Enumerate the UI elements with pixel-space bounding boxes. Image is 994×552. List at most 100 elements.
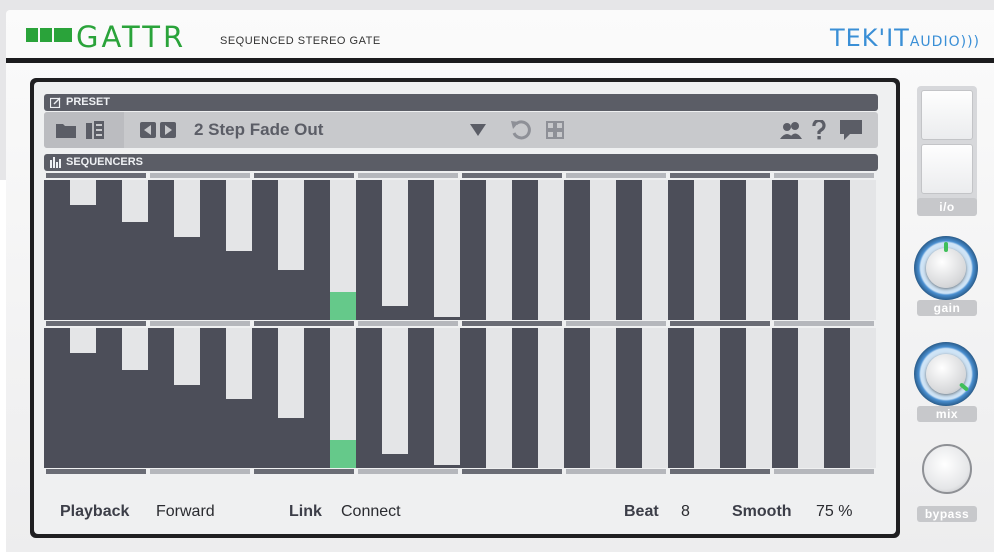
sequencer-step[interactable] [226, 180, 252, 320]
help-icon[interactable] [812, 120, 826, 140]
sequencer-step[interactable] [694, 180, 720, 320]
comment-icon[interactable] [840, 120, 862, 140]
folder-icon[interactable] [56, 122, 76, 138]
smooth-value[interactable]: 75 % [816, 503, 852, 521]
sequencer-step[interactable] [564, 180, 590, 320]
sequencer-step[interactable] [330, 328, 356, 468]
sequencer-step[interactable] [382, 180, 408, 320]
input-button[interactable] [921, 90, 973, 140]
sequencer-step[interactable] [720, 180, 746, 320]
sequencer-step[interactable] [200, 328, 226, 468]
sequencer-step[interactable] [226, 328, 252, 468]
beat-value[interactable]: 8 [681, 503, 690, 521]
sequencer-step[interactable] [668, 328, 694, 468]
sequencer-step[interactable] [330, 180, 356, 320]
gain-label: gain [917, 300, 977, 316]
sequencer-step[interactable] [772, 328, 798, 468]
sequencer-step[interactable] [460, 328, 486, 468]
sequencer-step[interactable] [824, 328, 850, 468]
sequencer-step[interactable] [408, 328, 434, 468]
preset-section-header: PRESET [44, 94, 878, 111]
preset-section-label: PRESET [66, 96, 111, 108]
sequencer-step[interactable] [486, 180, 512, 320]
sequencer-step[interactable] [512, 328, 538, 468]
sequencers-section-header: SEQUENCERS [44, 154, 878, 171]
sequencer-step[interactable] [486, 328, 512, 468]
sequencer-step[interactable] [850, 180, 876, 320]
sequencer-step[interactable] [642, 180, 668, 320]
step-group-indicator [358, 173, 458, 178]
brand-name: TEK'IT [829, 24, 910, 52]
sequencer-step[interactable] [200, 180, 226, 320]
sequencer-step[interactable] [850, 328, 876, 468]
sequencer-step-level [304, 180, 330, 320]
sequencer-step[interactable] [44, 180, 70, 320]
playback-value[interactable]: Forward [156, 503, 215, 521]
sequencer-step[interactable] [148, 328, 174, 468]
sequencer-step-level [44, 328, 70, 468]
sequencer-step-level [330, 440, 356, 468]
sequencer-step[interactable] [96, 328, 122, 468]
sequencer-step[interactable] [616, 328, 642, 468]
sequencer-step[interactable] [252, 180, 278, 320]
sequencer-step[interactable] [564, 328, 590, 468]
sequencer-step[interactable] [434, 328, 460, 468]
sequencer-step[interactable] [356, 328, 382, 468]
sequencer-step[interactable] [824, 180, 850, 320]
sequencer-step-level [382, 454, 408, 468]
step-group-indicator [670, 173, 770, 178]
sequencer-step[interactable] [668, 180, 694, 320]
sequencer-step[interactable] [174, 180, 200, 320]
gain-knob[interactable] [914, 236, 978, 300]
users-icon[interactable] [780, 121, 802, 139]
next-preset-icon[interactable] [160, 122, 176, 138]
sequencer-step[interactable] [798, 180, 824, 320]
mix-knob-pointer [958, 382, 970, 392]
sequencer-step[interactable] [70, 328, 96, 468]
sequencer-step[interactable] [304, 180, 330, 320]
sequencer-step[interactable] [694, 328, 720, 468]
previous-preset-icon[interactable] [140, 122, 156, 138]
sequencer-step[interactable] [356, 180, 382, 320]
sequencer-step[interactable] [434, 180, 460, 320]
grid-icon[interactable] [546, 121, 564, 139]
sequencer-step[interactable] [96, 180, 122, 320]
mix-knob[interactable] [914, 342, 978, 406]
sequencer-step[interactable] [746, 328, 772, 468]
preset-name-display[interactable]: 2 Step Fade Out [194, 120, 323, 140]
sequencer-step[interactable] [304, 328, 330, 468]
undo-icon[interactable] [510, 120, 532, 140]
sequencer-step[interactable] [538, 180, 564, 320]
step-group-indicator [254, 173, 354, 178]
sequencer-step[interactable] [512, 180, 538, 320]
sequencer-step[interactable] [772, 180, 798, 320]
sequencer-step[interactable] [122, 328, 148, 468]
sequencer-step[interactable] [70, 180, 96, 320]
sequencer-step[interactable] [590, 328, 616, 468]
sequencer-step[interactable] [642, 328, 668, 468]
sequencer-step[interactable] [460, 180, 486, 320]
sequencer-step[interactable] [174, 328, 200, 468]
bypass-button[interactable] [922, 444, 972, 494]
save-icon[interactable] [86, 121, 104, 139]
sequencer-step[interactable] [44, 328, 70, 468]
sequencer-step[interactable] [798, 328, 824, 468]
sequencer-step[interactable] [252, 328, 278, 468]
output-button[interactable] [921, 144, 973, 194]
sequencer-step[interactable] [616, 180, 642, 320]
sequencer-step[interactable] [122, 180, 148, 320]
sequencer-step[interactable] [746, 180, 772, 320]
sequencer-step[interactable] [538, 328, 564, 468]
app-logo-name: GATTR [76, 20, 187, 54]
sequencer-step[interactable] [148, 180, 174, 320]
link-label: Link [289, 503, 322, 520]
link-value[interactable]: Connect [341, 503, 401, 521]
sequencer-step[interactable] [720, 328, 746, 468]
sequencer-step[interactable] [408, 180, 434, 320]
preset-dropdown-icon[interactable] [470, 124, 486, 136]
sequencer-step[interactable] [278, 328, 304, 468]
sequencer-step[interactable] [590, 180, 616, 320]
sequencer-step[interactable] [278, 180, 304, 320]
sequencer-step[interactable] [382, 328, 408, 468]
sequencer-step-level [44, 180, 70, 320]
